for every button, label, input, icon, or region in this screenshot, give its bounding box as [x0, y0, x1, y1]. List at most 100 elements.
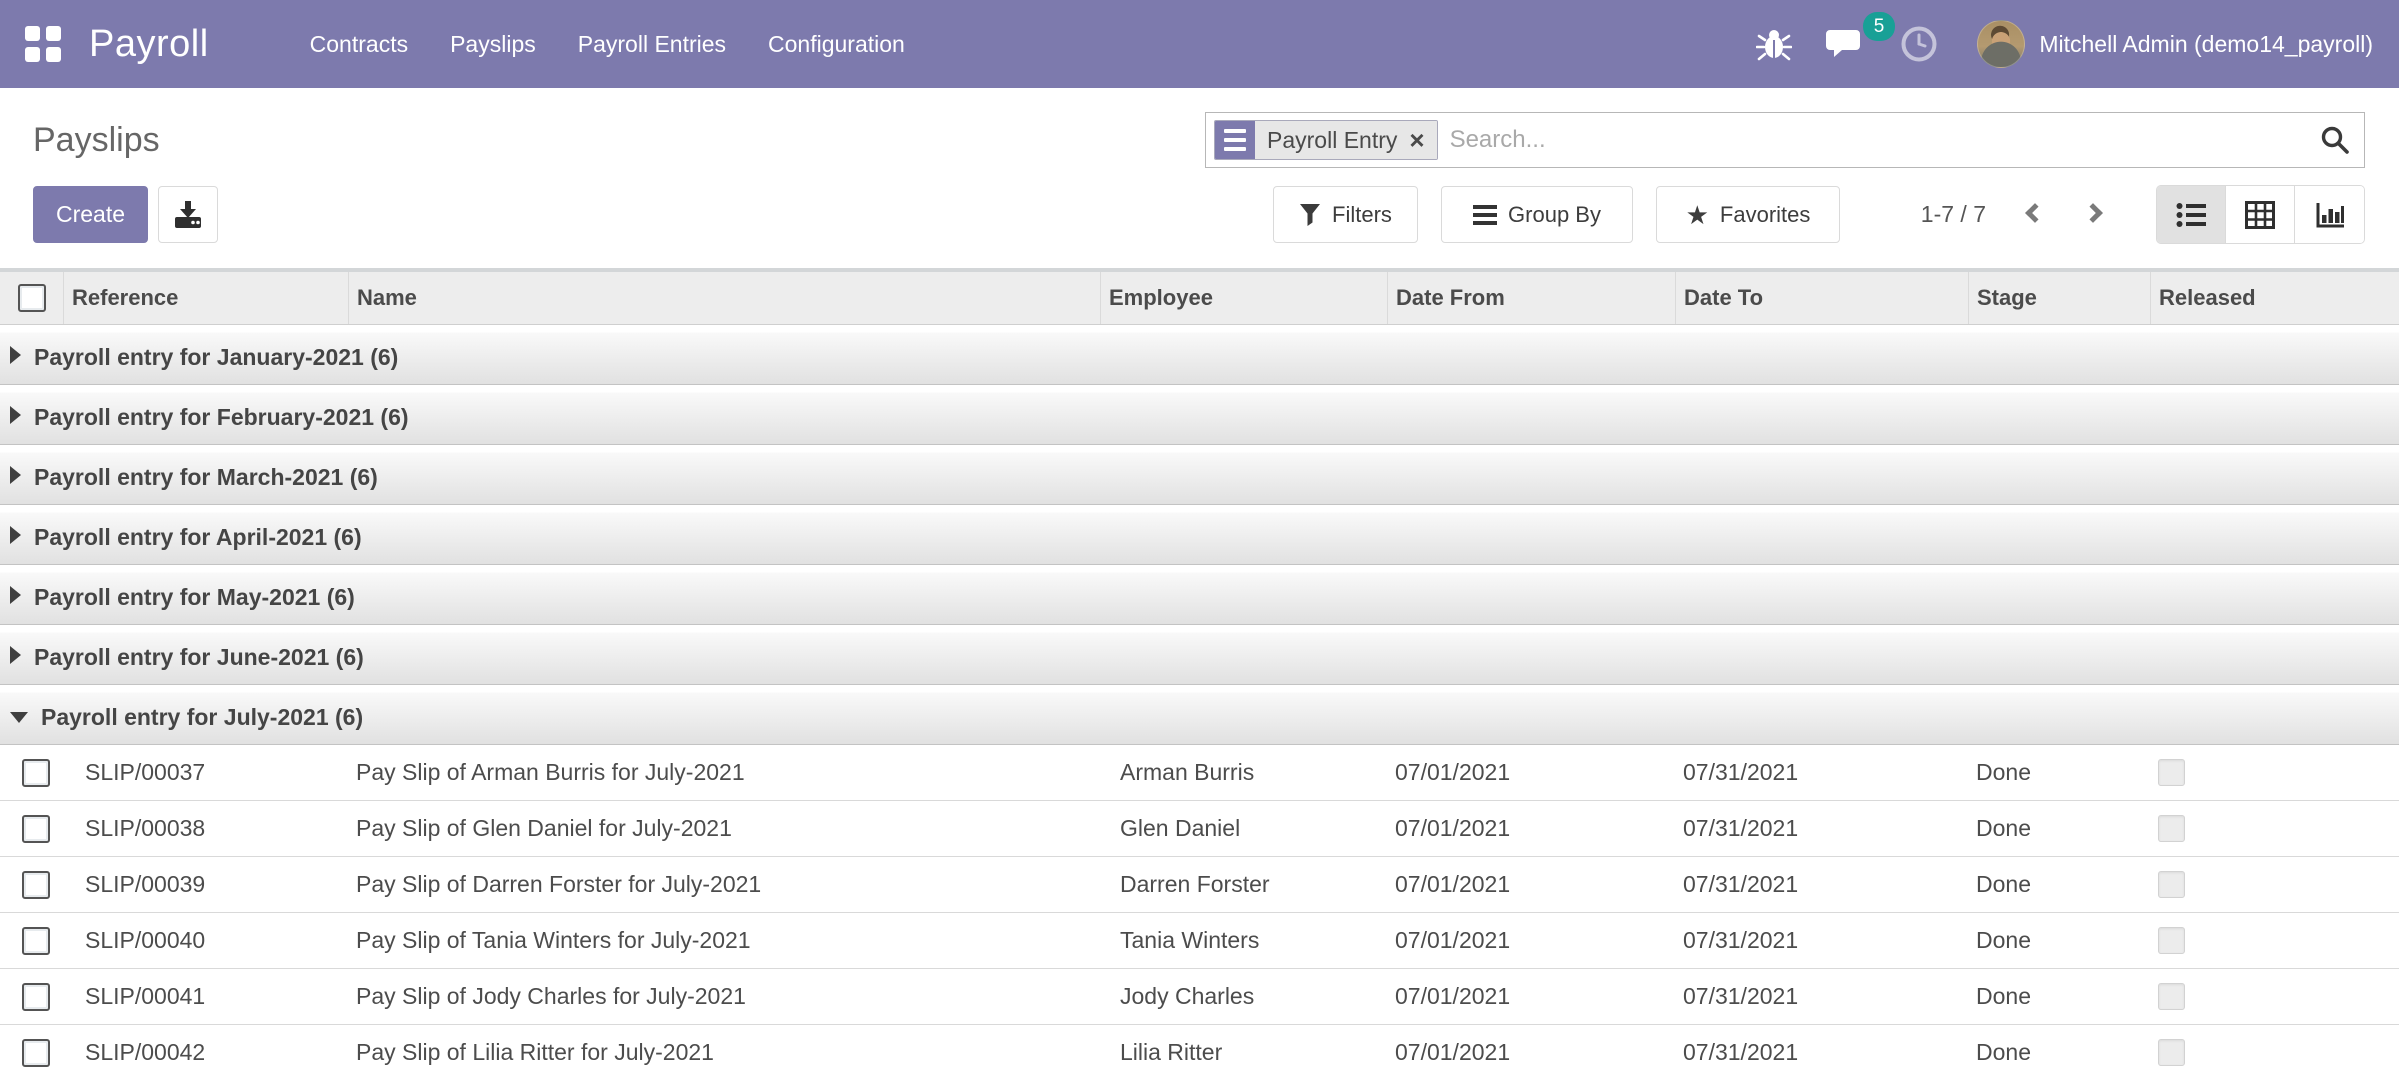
table-row[interactable]: SLIP/00041Pay Slip of Jody Charles for J…: [0, 969, 2399, 1025]
group-by-button[interactable]: Group By: [1441, 186, 1633, 243]
filters-button[interactable]: Filters: [1273, 186, 1418, 243]
reference-cell: SLIP/00038: [63, 815, 348, 842]
name-cell: Pay Slip of Arman Burris for July-2021: [348, 759, 1100, 786]
control-panel: Payslips Payroll Entry × Create: [0, 88, 2399, 243]
apps-menu-icon[interactable]: [25, 26, 61, 62]
row-checkbox[interactable]: [22, 1039, 50, 1067]
column-header-date-to[interactable]: Date To: [1675, 272, 1968, 324]
select-all-checkbox[interactable]: [18, 284, 46, 312]
messages-button[interactable]: 5: [1809, 0, 1883, 88]
app-name[interactable]: Payroll: [89, 23, 209, 66]
stage-cell: Done: [1968, 815, 2150, 842]
group-row[interactable]: Payroll entry for January-2021 (6): [0, 325, 2399, 385]
facet-remove-icon[interactable]: ×: [1409, 127, 1424, 153]
employee-cell: Glen Daniel: [1100, 815, 1387, 842]
row-select-cell: [0, 815, 63, 843]
stage-cell: Done: [1968, 983, 2150, 1010]
row-checkbox[interactable]: [22, 759, 50, 787]
date-to-cell: 07/31/2021: [1675, 815, 1968, 842]
date-to-cell: 07/31/2021: [1675, 871, 1968, 898]
column-header-stage[interactable]: Stage: [1968, 272, 2150, 324]
favorites-button[interactable]: ★ Favorites: [1656, 186, 1840, 243]
table-row[interactable]: SLIP/00038Pay Slip of Glen Daniel for Ju…: [0, 801, 2399, 857]
table-row[interactable]: SLIP/00040Pay Slip of Tania Winters for …: [0, 913, 2399, 969]
activities-button[interactable]: [1883, 0, 1955, 88]
date-from-cell: 07/01/2021: [1387, 983, 1675, 1010]
group-row[interactable]: Payroll entry for May-2021 (6): [0, 565, 2399, 625]
date-from-cell: 07/01/2021: [1387, 871, 1675, 898]
released-cell: [2150, 1039, 2399, 1066]
search-bar[interactable]: Payroll Entry ×: [1205, 112, 2365, 168]
table-row[interactable]: SLIP/00042Pay Slip of Lilia Ritter for J…: [0, 1025, 2399, 1080]
released-checkbox: [2158, 983, 2185, 1010]
stage-cell: Done: [1968, 759, 2150, 786]
date-to-cell: 07/31/2021: [1675, 759, 1968, 786]
reference-cell: SLIP/00041: [63, 983, 348, 1010]
group-label: Payroll entry for July-2021 (6): [41, 698, 363, 731]
group-by-facet-icon: [1215, 121, 1255, 159]
row-select-cell: [0, 871, 63, 899]
employee-cell: Darren Forster: [1100, 871, 1387, 898]
user-avatar[interactable]: [1977, 20, 2025, 68]
group-label: Payroll entry for April-2021 (6): [34, 518, 362, 551]
export-button[interactable]: [158, 186, 218, 243]
reference-cell: SLIP/00037: [63, 759, 348, 786]
row-checkbox[interactable]: [22, 927, 50, 955]
table-row[interactable]: SLIP/00037Pay Slip of Arman Burris for J…: [0, 745, 2399, 801]
chevron-left-icon: [2025, 203, 2045, 223]
menu-configuration[interactable]: Configuration: [747, 0, 926, 88]
name-cell: Pay Slip of Tania Winters for July-2021: [348, 927, 1100, 954]
row-checkbox[interactable]: [22, 815, 50, 843]
name-cell: Pay Slip of Lilia Ritter for July-2021: [348, 1039, 1100, 1066]
pager: 1-7 / 7: [1921, 193, 2114, 237]
caret-right-icon: [10, 526, 21, 544]
table-body: Payroll entry for January-2021 (6)Payrol…: [0, 325, 2399, 1080]
clock-icon: [1900, 25, 1938, 63]
facet-label: Payroll Entry: [1267, 127, 1397, 154]
column-header-date-from[interactable]: Date From: [1387, 272, 1675, 324]
pager-previous-button[interactable]: [2012, 193, 2056, 237]
menu-contracts[interactable]: Contracts: [289, 0, 429, 88]
search-input[interactable]: [1450, 126, 2320, 154]
group-row[interactable]: Payroll entry for March-2021 (6): [0, 445, 2399, 505]
employee-cell: Tania Winters: [1100, 927, 1387, 954]
user-menu[interactable]: Mitchell Admin (demo14_payroll): [2039, 31, 2373, 58]
date-from-cell: 07/01/2021: [1387, 1039, 1675, 1066]
released-cell: [2150, 759, 2399, 786]
employee-cell: Lilia Ritter: [1100, 1039, 1387, 1066]
column-header-released[interactable]: Released: [2150, 272, 2399, 324]
group-row[interactable]: Payroll entry for February-2021 (6): [0, 385, 2399, 445]
menu-payslips[interactable]: Payslips: [429, 0, 557, 88]
released-checkbox: [2158, 871, 2185, 898]
row-checkbox[interactable]: [22, 871, 50, 899]
group-row[interactable]: Payroll entry for April-2021 (6): [0, 505, 2399, 565]
view-switcher: [2156, 185, 2365, 244]
group-row[interactable]: Payroll entry for July-2021 (6): [0, 685, 2399, 745]
employee-cell: Arman Burris: [1100, 759, 1387, 786]
list-view-button[interactable]: [2157, 186, 2226, 243]
menu-payroll-entries[interactable]: Payroll Entries: [557, 0, 747, 88]
released-checkbox: [2158, 815, 2185, 842]
row-select-cell: [0, 927, 63, 955]
group-by-bars-icon: [1473, 204, 1497, 226]
create-button[interactable]: Create: [33, 186, 148, 243]
row-checkbox[interactable]: [22, 983, 50, 1011]
pivot-view-button[interactable]: [2226, 186, 2295, 243]
released-checkbox: [2158, 1039, 2185, 1066]
search-icon[interactable]: [2320, 125, 2350, 155]
pager-next-button[interactable]: [2070, 193, 2114, 237]
table-row[interactable]: SLIP/00039Pay Slip of Darren Forster for…: [0, 857, 2399, 913]
group-row[interactable]: Payroll entry for June-2021 (6): [0, 625, 2399, 685]
caret-right-icon: [10, 646, 21, 664]
column-header-name[interactable]: Name: [348, 272, 1100, 324]
column-header-employee[interactable]: Employee: [1100, 272, 1387, 324]
reference-cell: SLIP/00042: [63, 1039, 348, 1066]
main-menu: Contracts Payslips Payroll Entries Confi…: [289, 0, 926, 88]
bar-chart-icon: [2315, 201, 2345, 229]
graph-view-button[interactable]: [2295, 186, 2364, 243]
debug-bug-icon[interactable]: [1739, 0, 1809, 88]
pager-range: 1-7 / 7: [1921, 201, 1986, 228]
released-cell: [2150, 927, 2399, 954]
column-header-reference[interactable]: Reference: [63, 272, 348, 324]
date-to-cell: 07/31/2021: [1675, 983, 1968, 1010]
